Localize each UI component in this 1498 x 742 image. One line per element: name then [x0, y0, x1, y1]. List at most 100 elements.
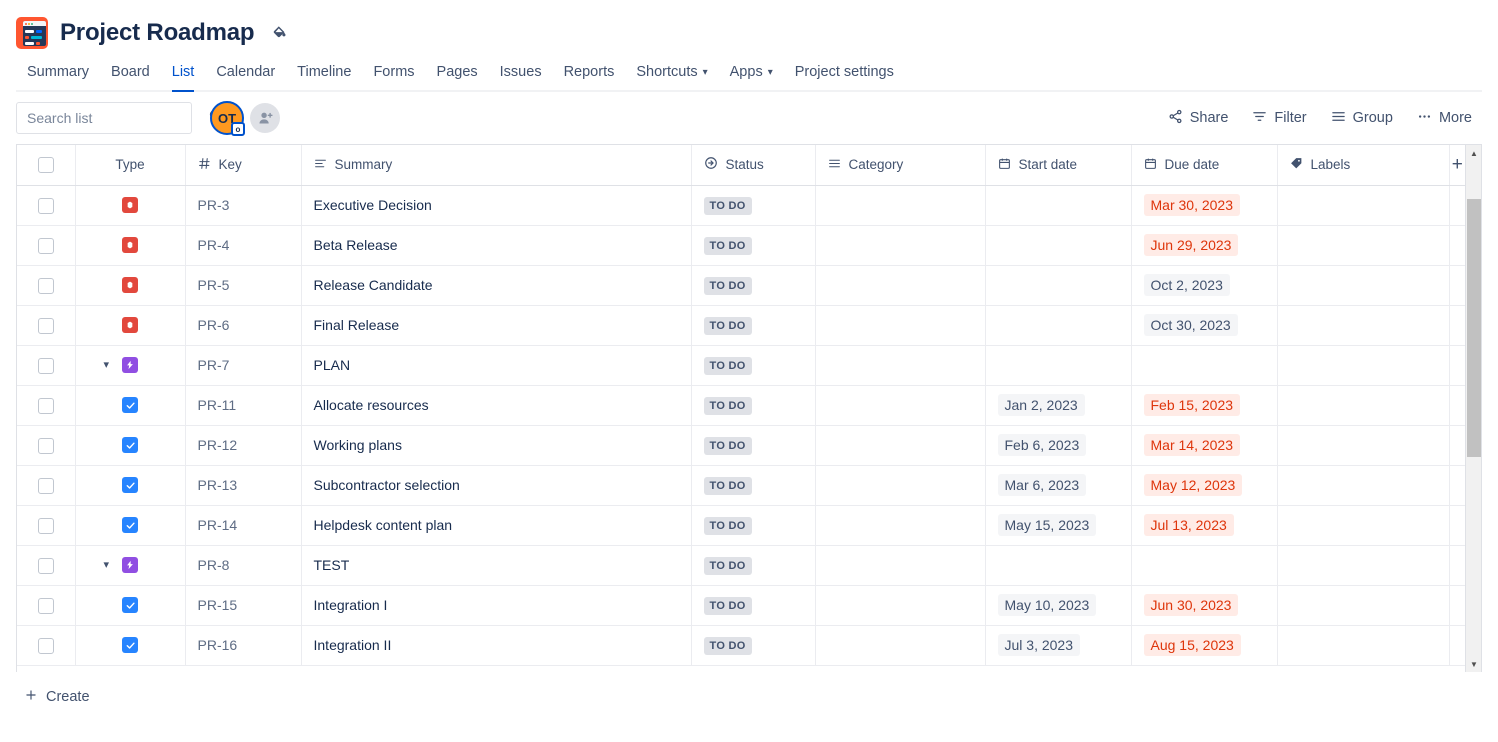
due-date-pill[interactable]: Mar 30, 2023	[1144, 194, 1241, 216]
scroll-up-arrow-icon[interactable]: ▲	[1466, 145, 1482, 161]
row-category-cell[interactable]	[815, 305, 985, 345]
row-start-date-cell[interactable]: Jan 2, 2023	[985, 385, 1131, 425]
row-labels-cell[interactable]	[1277, 305, 1449, 345]
row-labels-cell[interactable]	[1277, 265, 1449, 305]
row-labels-cell[interactable]	[1277, 625, 1449, 665]
issue-key-link[interactable]: PR-8	[198, 557, 230, 573]
row-summary-cell[interactable]: Integration I	[301, 585, 691, 625]
row-due-date-cell[interactable]: May 12, 2023	[1131, 465, 1277, 505]
tab-timeline[interactable]: Timeline	[286, 58, 362, 90]
due-date-pill[interactable]: Jun 30, 2023	[1144, 594, 1239, 616]
table-row[interactable]: PR-13Subcontractor selectionTO DOMar 6, …	[17, 465, 1465, 505]
row-summary-cell[interactable]: Executive Decision	[301, 185, 691, 225]
start-date-pill[interactable]: May 10, 2023	[998, 594, 1097, 616]
issue-key-link[interactable]: PR-15	[198, 597, 238, 613]
table-row[interactable]: PR-4 Beta Release TO DO Jun 29, 2023	[17, 225, 1465, 265]
issue-key-link[interactable]: PR-3	[198, 197, 230, 213]
row-checkbox[interactable]	[38, 478, 54, 494]
row-category-cell[interactable]	[815, 545, 985, 585]
row-due-date-cell[interactable]: Jul 13, 2023	[1131, 505, 1277, 545]
row-labels-cell[interactable]	[1277, 385, 1449, 425]
column-header-labels[interactable]: Labels	[1277, 145, 1449, 185]
issue-key-link[interactable]: PR-4	[198, 237, 230, 253]
row-start-date-cell[interactable]: May 10, 2023	[985, 585, 1131, 625]
row-labels-cell[interactable]	[1277, 505, 1449, 545]
tab-apps[interactable]: Apps ▾	[719, 58, 784, 90]
table-row[interactable]: PR-3Executive DecisionTO DOMar 30, 2023	[17, 185, 1465, 225]
row-labels-cell[interactable]	[1277, 585, 1449, 625]
table-row[interactable]: ▾PR-8TESTTO DO	[17, 545, 1465, 585]
expand-chevron-icon[interactable]: ▾	[104, 360, 110, 371]
row-checkbox[interactable]	[38, 518, 54, 534]
due-date-pill[interactable]: Oct 2, 2023	[1144, 274, 1230, 296]
status-badge[interactable]: TO DO	[704, 397, 752, 415]
scroll-down-arrow-icon[interactable]: ▼	[1466, 656, 1482, 672]
start-date-pill[interactable]: Mar 6, 2023	[998, 474, 1087, 496]
row-start-date-cell[interactable]	[985, 545, 1131, 585]
row-summary-cell[interactable]: Beta Release	[301, 225, 691, 265]
tab-issues[interactable]: Issues	[489, 58, 553, 90]
row-checkbox[interactable]	[38, 278, 54, 294]
row-labels-cell[interactable]	[1277, 425, 1449, 465]
row-labels-cell[interactable]	[1277, 225, 1449, 265]
status-badge[interactable]: TO DO	[704, 517, 752, 535]
create-button[interactable]: Create	[16, 682, 98, 712]
row-due-date-cell[interactable]: Oct 30, 2023	[1131, 305, 1277, 345]
add-column-button[interactable]: +	[1450, 155, 1466, 174]
row-due-date-cell[interactable]: Aug 15, 2023	[1131, 625, 1277, 665]
row-category-cell[interactable]	[815, 225, 985, 265]
row-labels-cell[interactable]	[1277, 465, 1449, 505]
table-row[interactable]: PR-6Final ReleaseTO DOOct 30, 2023	[17, 305, 1465, 345]
row-due-date-cell[interactable]: Jun 29, 2023	[1131, 225, 1277, 265]
row-labels-cell[interactable]	[1277, 185, 1449, 225]
more-button[interactable]: More	[1407, 103, 1482, 134]
row-checkbox[interactable]	[38, 558, 54, 574]
row-category-cell[interactable]	[815, 585, 985, 625]
table-row[interactable]: PR-15 Integration I TO DO May 10, 2023 Jun 3…	[17, 585, 1465, 625]
row-category-cell[interactable]	[815, 385, 985, 425]
column-header-type[interactable]: Type	[75, 145, 185, 185]
row-start-date-cell[interactable]	[985, 225, 1131, 265]
due-date-pill[interactable]: Jul 13, 2023	[1144, 514, 1234, 536]
expand-chevron-icon[interactable]: ▾	[104, 560, 110, 571]
row-category-cell[interactable]	[815, 625, 985, 665]
row-start-date-cell[interactable]: Feb 6, 2023	[985, 425, 1131, 465]
table-row[interactable]: PR-5Release CandidateTO DOOct 2, 2023	[17, 265, 1465, 305]
row-summary-cell[interactable]: Allocate resources	[301, 385, 691, 425]
row-due-date-cell[interactable]: Mar 14, 2023	[1131, 425, 1277, 465]
row-category-cell[interactable]	[815, 345, 985, 385]
status-badge[interactable]: TO DO	[704, 597, 752, 615]
table-row[interactable]: ▾PR-7PLANTO DO	[17, 345, 1465, 385]
row-category-cell[interactable]	[815, 265, 985, 305]
group-button[interactable]: Group	[1321, 103, 1403, 134]
tab-summary[interactable]: Summary	[16, 58, 100, 90]
row-checkbox[interactable]	[38, 358, 54, 374]
issue-key-link[interactable]: PR-13	[198, 477, 238, 493]
row-summary-cell[interactable]: Final Release	[301, 305, 691, 345]
paint-bucket-icon[interactable]	[266, 20, 292, 46]
row-start-date-cell[interactable]: Mar 6, 2023	[985, 465, 1131, 505]
row-start-date-cell[interactable]	[985, 185, 1131, 225]
row-checkbox[interactable]	[38, 238, 54, 254]
start-date-pill[interactable]: Jul 3, 2023	[998, 634, 1081, 656]
row-due-date-cell[interactable]: Jun 30, 2023	[1131, 585, 1277, 625]
issue-key-link[interactable]: PR-16	[198, 637, 238, 653]
status-badge[interactable]: TO DO	[704, 237, 752, 255]
column-header-start-date[interactable]: Start date	[985, 145, 1131, 185]
avatar[interactable]: OT o	[210, 101, 244, 135]
row-summary-cell[interactable]: Integration II	[301, 625, 691, 665]
row-checkbox[interactable]	[38, 398, 54, 414]
column-header-due-date[interactable]: Due date	[1131, 145, 1277, 185]
row-checkbox[interactable]	[38, 598, 54, 614]
tab-pages[interactable]: Pages	[426, 58, 489, 90]
column-header-summary[interactable]: Summary	[301, 145, 691, 185]
row-checkbox[interactable]	[38, 438, 54, 454]
row-category-cell[interactable]	[815, 505, 985, 545]
scrollbar-thumb[interactable]	[1467, 199, 1481, 457]
row-due-date-cell[interactable]: Oct 2, 2023	[1131, 265, 1277, 305]
row-start-date-cell[interactable]: Jul 3, 2023	[985, 625, 1131, 665]
tab-list[interactable]: List	[161, 58, 206, 90]
due-date-pill[interactable]: Oct 30, 2023	[1144, 314, 1238, 336]
row-summary-cell[interactable]: PLAN	[301, 345, 691, 385]
row-category-cell[interactable]	[815, 185, 985, 225]
